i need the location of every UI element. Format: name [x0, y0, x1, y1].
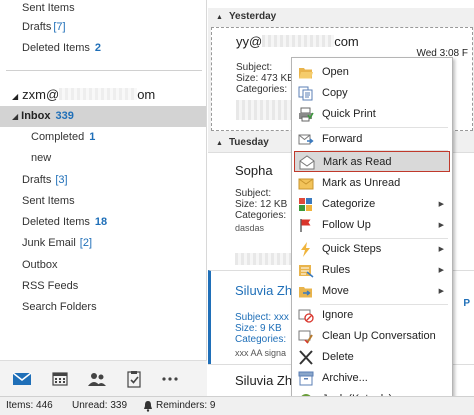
calendar-icon[interactable]	[50, 370, 70, 388]
forward-icon	[298, 134, 314, 145]
menu-item-delete[interactable]: Delete	[292, 347, 452, 368]
folder-sent-items[interactable]: Sent Items	[0, 191, 206, 212]
status-unread-count: Unread: 339	[72, 400, 128, 411]
redacted-text	[59, 88, 138, 100]
menu-item-mark-as-read[interactable]: Mark as Read	[294, 151, 450, 172]
status-items-count: Items: 446	[6, 400, 53, 411]
delete-icon	[299, 350, 313, 365]
tasks-icon[interactable]	[124, 370, 144, 388]
collapse-triangle-icon[interactable]: ▲	[216, 140, 223, 147]
collapse-triangle-icon[interactable]: ◢	[12, 92, 18, 101]
copy-icon	[298, 86, 313, 101]
menu-item-archive[interactable]: Archive...	[292, 368, 452, 389]
lightning-icon	[301, 242, 310, 257]
categorize-icon	[299, 198, 312, 211]
message-preview: dasdas	[235, 223, 265, 233]
menu-item-clean-up-conversation[interactable]: Clean Up Conversation	[292, 326, 452, 347]
menu-item-quick-steps[interactable]: Quick Steps ▶	[292, 239, 452, 260]
message-subject: Subject:	[235, 188, 272, 199]
message-subject: Subject: xxx	[235, 312, 289, 323]
folder-pane: Sent Items Drafts [7] Deleted Items 2 ◢ zxm…	[0, 0, 207, 360]
message-size: Size: 12 KB	[235, 199, 288, 210]
group-header-tuesday[interactable]: ▲ Tuesday	[216, 134, 269, 152]
folder-drafts[interactable]: Drafts [3]	[0, 170, 206, 191]
message-sender: Sopha	[235, 163, 273, 178]
folder-inbox[interactable]: ◢ Inbox 339	[0, 106, 206, 127]
message-categories: Categories:	[235, 210, 287, 221]
menu-item-follow-up[interactable]: Follow Up ▶	[292, 215, 452, 236]
folder-deleted-items-top[interactable]: Deleted Items 2	[0, 38, 206, 59]
bell-icon	[143, 397, 155, 415]
message-size: Size: 473 KB	[236, 73, 294, 84]
menu-item-copy[interactable]: Copy	[292, 83, 452, 104]
folder-completed[interactable]: Completed 1	[0, 127, 206, 148]
menu-item-ignore[interactable]: Ignore	[292, 305, 452, 326]
folder-search-folders[interactable]: Search Folders	[0, 297, 206, 318]
redacted-preview	[235, 253, 291, 265]
redacted-text	[262, 35, 335, 47]
open-folder-icon	[299, 68, 313, 79]
menu-item-mark-as-unread[interactable]: Mark as Unread	[292, 173, 452, 194]
message-categories: Categories:	[235, 334, 287, 345]
submenu-arrow-icon: ▶	[438, 222, 444, 229]
folder-outbox[interactable]: Outbox	[0, 255, 206, 276]
mail-icon[interactable]	[12, 370, 32, 388]
collapse-triangle-icon[interactable]: ◢	[12, 112, 18, 121]
message-sender: yy@ com	[236, 34, 359, 49]
message-subject: Subject:	[236, 62, 273, 73]
message-categories: Categories:	[236, 84, 288, 95]
message-sender: Siluvia Zh	[235, 283, 293, 298]
more-options-icon[interactable]	[160, 370, 180, 388]
submenu-arrow-icon: ▶	[438, 201, 444, 208]
message-sender: Siluvia Zh	[235, 373, 293, 388]
submenu-arrow-icon: ▶	[438, 288, 444, 295]
people-icon[interactable]	[87, 370, 107, 388]
folder-new[interactable]: new	[0, 148, 206, 169]
menu-item-categorize[interactable]: Categorize ▶	[292, 194, 452, 215]
submenu-arrow-icon: ▶	[438, 267, 444, 274]
collapse-triangle-icon[interactable]: ▲	[216, 14, 223, 21]
envelope-open-icon	[299, 155, 315, 170]
envelope-closed-icon	[298, 178, 314, 190]
message-flag-text: P	[463, 298, 470, 309]
menu-item-quick-print[interactable]: Quick Print	[292, 104, 452, 125]
submenu-arrow-icon: ▶	[438, 246, 444, 253]
rules-icon	[299, 265, 314, 278]
message-preview: xxx AA signa	[235, 348, 287, 358]
cleanup-icon	[298, 330, 313, 344]
flag-icon	[300, 219, 311, 232]
status-bar: Items: 446 Unread: 339 Reminders: 9	[0, 396, 474, 415]
ignore-icon	[298, 309, 314, 323]
move-folder-icon	[299, 287, 312, 298]
quick-print-icon	[299, 107, 314, 122]
menu-item-forward[interactable]: Forward	[292, 129, 452, 150]
menu-item-rules[interactable]: Rules ▶	[292, 260, 452, 281]
status-reminders[interactable]: Reminders: 9	[156, 397, 215, 415]
folder-junk-email[interactable]: Junk Email [2]	[0, 233, 206, 254]
folder-deleted-items[interactable]: Deleted Items 18	[0, 212, 206, 233]
module-nav-bar	[0, 360, 207, 396]
archive-icon	[298, 371, 314, 386]
redacted-preview	[236, 100, 292, 120]
menu-item-open[interactable]: Open	[292, 62, 452, 83]
folder-rss-feeds[interactable]: RSS Feeds	[0, 276, 206, 297]
context-menu: Open Copy Quick Print Forward Mark as Re…	[291, 57, 453, 414]
account-header[interactable]: ◢ zxm@ om	[0, 84, 206, 106]
folder-separator	[6, 70, 202, 71]
folder-drafts-top[interactable]: Drafts [7]	[0, 17, 206, 38]
message-size: Size: 9 KB	[235, 323, 282, 334]
group-header-yesterday[interactable]: ▲ Yesterday	[216, 8, 276, 26]
menu-item-move[interactable]: Move ▶	[292, 281, 452, 302]
